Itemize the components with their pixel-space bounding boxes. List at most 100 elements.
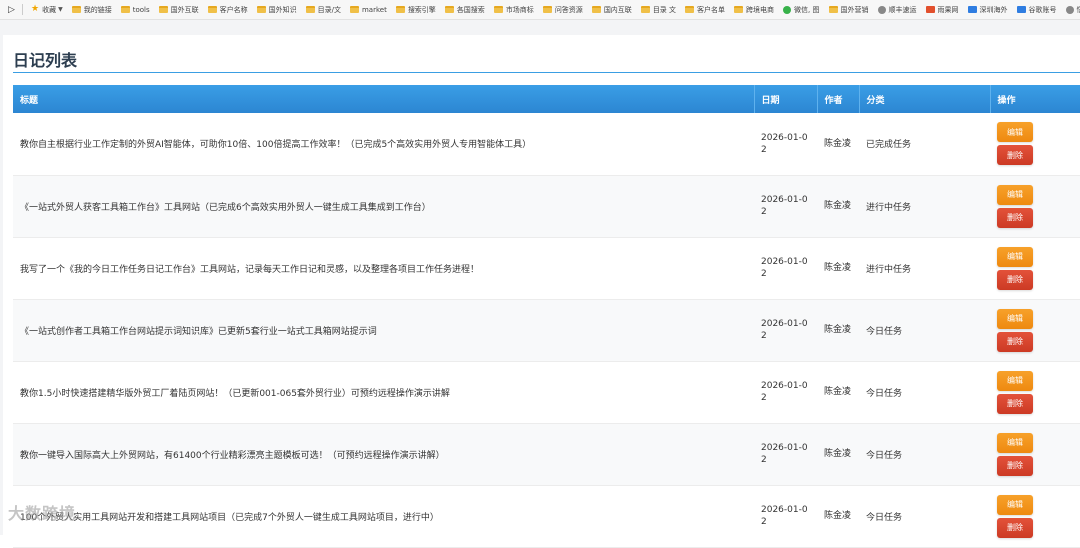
chevron-down-icon: ▼ bbox=[58, 6, 63, 13]
folder-icon bbox=[685, 6, 694, 13]
table-row: 教你1.5小时快速搭建精华版外贸工厂着陆页网站！（已更新001-065套外贸行业… bbox=[13, 361, 1080, 423]
diary-title-link[interactable]: 100个外贸人实用工具网站开发和搭建工具网站项目（已完成7个外贸人一键生成工具网… bbox=[13, 485, 754, 547]
bookmark-item[interactable]: 问答资源 bbox=[543, 5, 583, 15]
edit-button[interactable]: 编辑 bbox=[997, 247, 1033, 267]
bookmark-item[interactable]: 国外互联 bbox=[159, 5, 199, 15]
bookmark-favorites[interactable]: ★ 收藏 ▼ bbox=[31, 5, 63, 15]
column-header-title: 标题 bbox=[13, 85, 754, 113]
bookmark-item[interactable]: 国外知识 bbox=[257, 5, 297, 15]
edit-button[interactable]: 编辑 bbox=[997, 122, 1033, 142]
bookmark-label: 目录/文 bbox=[318, 5, 341, 15]
diary-category: 今日任务 bbox=[859, 361, 990, 423]
diary-author: 陈金凌 bbox=[817, 423, 859, 485]
folder-icon bbox=[121, 6, 130, 13]
diary-actions: 编辑删除 bbox=[990, 113, 1080, 175]
bookmark-item[interactable]: 悟空问答 bbox=[1066, 5, 1080, 15]
edit-button[interactable]: 编辑 bbox=[997, 371, 1033, 391]
bookmark-item[interactable]: 客户名称 bbox=[208, 5, 248, 15]
edit-button[interactable]: 编辑 bbox=[997, 495, 1033, 515]
page-area: 日记列表 标题 日期 作者 分类 操作 教你自主根据行业工作定制的外贸AI智能体… bbox=[0, 20, 1080, 535]
action-buttons: 编辑删除 bbox=[997, 122, 1073, 165]
bookmark-item[interactable]: 顺丰速运 bbox=[878, 5, 917, 15]
diary-date: 2026-01-02 bbox=[754, 175, 817, 237]
bookmarks-divider bbox=[22, 4, 23, 15]
folder-icon bbox=[257, 6, 266, 13]
bookmark-item[interactable]: 雨果网 bbox=[926, 5, 959, 15]
sidebar-toggle-icon[interactable]: ▷ bbox=[8, 5, 18, 15]
gray-icon bbox=[878, 6, 886, 14]
edit-button[interactable]: 编辑 bbox=[997, 433, 1033, 453]
bookmark-item[interactable]: market bbox=[350, 6, 387, 14]
diary-category: 今日任务 bbox=[859, 485, 990, 547]
edit-button[interactable]: 编辑 bbox=[997, 309, 1033, 329]
diary-author: 陈金凌 bbox=[817, 113, 859, 175]
delete-button[interactable]: 删除 bbox=[997, 394, 1033, 414]
bookmark-label: 悟空问答 bbox=[1077, 5, 1080, 15]
bookmark-item[interactable]: 国内互联 bbox=[592, 5, 632, 15]
bookmark-item[interactable]: 国外营销 bbox=[829, 5, 869, 15]
blue-icon bbox=[1017, 6, 1026, 13]
diary-date: 2026-01-02 bbox=[754, 423, 817, 485]
bookmark-item[interactable]: 深圳海外 bbox=[968, 5, 1008, 15]
delete-button[interactable]: 删除 bbox=[997, 456, 1033, 476]
diary-date: 2026-01-02 bbox=[754, 361, 817, 423]
star-icon: ★ bbox=[31, 5, 39, 14]
table-row: 《一站式外贸人获客工具箱工作台》工具网站（已完成6个高效实用外贸人一键生成工具集… bbox=[13, 175, 1080, 237]
bookmark-item[interactable]: 微信, 图 bbox=[783, 5, 819, 15]
bookmark-label: 问答资源 bbox=[555, 5, 583, 15]
bookmark-item[interactable]: 跨境电商 bbox=[734, 5, 774, 15]
bookmark-label: 各国搜索 bbox=[457, 5, 485, 15]
folder-icon bbox=[543, 6, 552, 13]
action-buttons: 编辑删除 bbox=[997, 433, 1073, 476]
delete-button[interactable]: 删除 bbox=[997, 332, 1033, 352]
bookmark-item[interactable]: 我的链接 bbox=[72, 5, 112, 15]
table-row: 我写了一个《我的今日工作任务日记工作台》工具网站，记录每天工作日记和灵感，以及整… bbox=[13, 237, 1080, 299]
diary-title-link[interactable]: 《一站式创作者工具箱工作台网站提示词知识库》已更新5套行业一站式工具箱网站提示词 bbox=[13, 299, 754, 361]
bookmark-item[interactable]: 目录/文 bbox=[306, 5, 341, 15]
diary-category: 今日任务 bbox=[859, 423, 990, 485]
folder-icon bbox=[829, 6, 838, 13]
diary-date: 2026-01-02 bbox=[754, 299, 817, 361]
diary-list-card: 日记列表 标题 日期 作者 分类 操作 教你自主根据行业工作定制的外贸AI智能体… bbox=[3, 35, 1080, 535]
bookmark-label: 国外营销 bbox=[841, 5, 869, 15]
bookmark-item[interactable]: 客户名单 bbox=[685, 5, 725, 15]
folder-icon bbox=[72, 6, 81, 13]
bookmark-item[interactable]: 市场商标 bbox=[494, 5, 534, 15]
diary-title-link[interactable]: 教你1.5小时快速搭建精华版外贸工厂着陆页网站！（已更新001-065套外贸行业… bbox=[13, 361, 754, 423]
delete-button[interactable]: 删除 bbox=[997, 145, 1033, 165]
bookmark-item[interactable]: 各国搜索 bbox=[445, 5, 485, 15]
diary-title-link[interactable]: 《一站式外贸人获客工具箱工作台》工具网站（已完成6个高效实用外贸人一键生成工具集… bbox=[13, 175, 754, 237]
delete-button[interactable]: 删除 bbox=[997, 270, 1033, 290]
bookmark-item[interactable]: tools bbox=[121, 6, 150, 14]
bookmark-item[interactable]: 目录 文 bbox=[641, 5, 676, 15]
edit-button[interactable]: 编辑 bbox=[997, 185, 1033, 205]
bookmark-item[interactable]: 搜索引擎 bbox=[396, 5, 436, 15]
diary-title-link[interactable]: 教你自主根据行业工作定制的外贸AI智能体，可助你10倍、100倍提高工作效率！（… bbox=[13, 113, 754, 175]
diary-actions: 编辑删除 bbox=[990, 299, 1080, 361]
delete-button[interactable]: 删除 bbox=[997, 208, 1033, 228]
diary-author: 陈金凌 bbox=[817, 175, 859, 237]
diary-date: 2026-01-02 bbox=[754, 237, 817, 299]
blue-icon bbox=[968, 6, 977, 13]
bookmark-label: 我的链接 bbox=[84, 5, 112, 15]
wechat-icon bbox=[783, 6, 791, 14]
bookmark-label: 顺丰速运 bbox=[889, 5, 917, 15]
table-row: 《一站式创作者工具箱工作台网站提示词知识库》已更新5套行业一站式工具箱网站提示词… bbox=[13, 299, 1080, 361]
column-header-author: 作者 bbox=[817, 85, 859, 113]
diary-title-link[interactable]: 我写了一个《我的今日工作任务日记工作台》工具网站，记录每天工作日记和灵感，以及整… bbox=[13, 237, 754, 299]
bookmark-label: 跨境电商 bbox=[746, 5, 774, 15]
diary-date: 2026-01-02 bbox=[754, 485, 817, 547]
folder-icon bbox=[592, 6, 601, 13]
bookmark-label: 国外互联 bbox=[171, 5, 199, 15]
bookmark-label: 客户名称 bbox=[220, 5, 248, 15]
bookmark-item[interactable]: 谷歌账号 bbox=[1017, 5, 1057, 15]
diary-author: 陈金凌 bbox=[817, 485, 859, 547]
diary-actions: 编辑删除 bbox=[990, 237, 1080, 299]
column-header-date: 日期 bbox=[754, 85, 817, 113]
diary-actions: 编辑删除 bbox=[990, 175, 1080, 237]
gray-icon bbox=[1066, 6, 1074, 14]
action-buttons: 编辑删除 bbox=[997, 371, 1073, 414]
diary-title-link[interactable]: 教你一键导入国际高大上外贸网站，有61400个行业精彩漂亮主题模板可选！（可预约… bbox=[13, 423, 754, 485]
bookmark-label: tools bbox=[133, 6, 150, 14]
bookmark-label: 国外知识 bbox=[269, 5, 297, 15]
